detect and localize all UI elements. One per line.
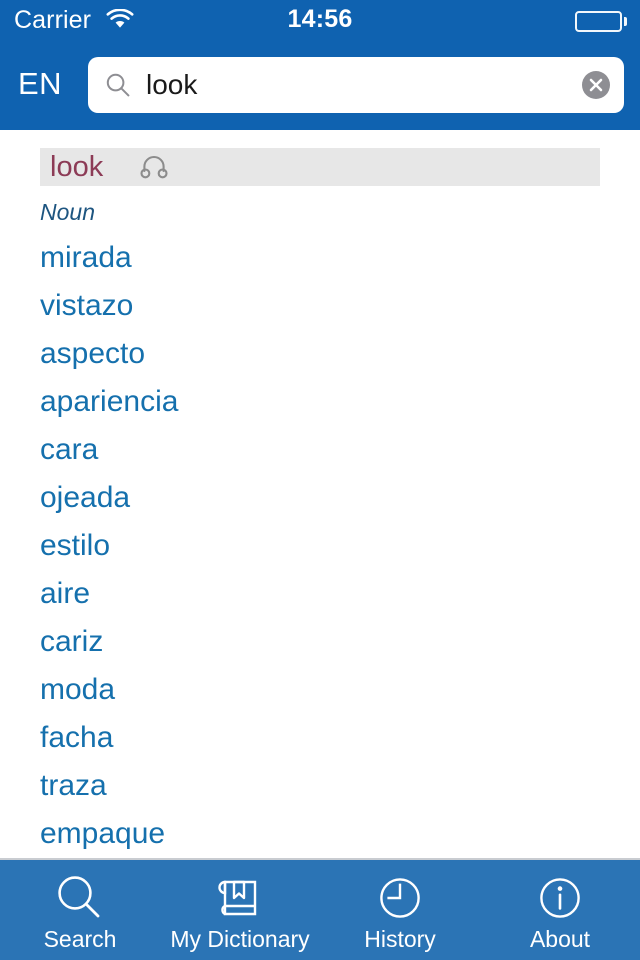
tab-about[interactable]: About (480, 860, 640, 960)
tab-my-dictionary[interactable]: My Dictionary (160, 860, 320, 960)
results-panel: look Noun mirada vistazo aspecto aparien… (0, 130, 640, 860)
tab-label: About (529, 926, 591, 952)
search-input[interactable]: look (146, 57, 554, 113)
battery-icon (575, 11, 622, 32)
list-item[interactable]: empaque (0, 810, 640, 858)
clear-search-button[interactable] (582, 71, 610, 99)
list-item[interactable]: estilo (0, 522, 640, 570)
headphones-icon[interactable] (140, 155, 168, 179)
language-selector[interactable]: EN (18, 64, 62, 104)
tab-label: Search (43, 926, 117, 952)
search-icon (105, 72, 131, 98)
list-item[interactable]: aspecto (0, 330, 640, 378)
list-item[interactable]: facha (0, 714, 640, 762)
book-bookmark-icon (214, 872, 266, 924)
tab-label: History (364, 926, 436, 952)
clock-time: 14:56 (287, 5, 353, 33)
entry-header-band: look (40, 148, 600, 186)
tab-label: My Dictionary (170, 926, 310, 952)
status-bar: Carrier 14:56 (0, 0, 640, 40)
list-item[interactable]: aire (0, 570, 640, 618)
list-item[interactable]: vistazo (0, 282, 640, 330)
list-item[interactable]: ojeada (0, 474, 640, 522)
list-item[interactable]: moda (0, 666, 640, 714)
magnifier-icon (54, 872, 106, 924)
list-item[interactable]: mirada (0, 234, 640, 282)
battery-nub-icon (624, 17, 627, 26)
info-circle-icon (534, 872, 586, 924)
clock-icon (374, 872, 426, 924)
list-item[interactable]: traza (0, 762, 640, 810)
list-item[interactable]: apariencia (0, 378, 640, 426)
entry-headword: look (50, 151, 104, 183)
search-field[interactable]: look (88, 57, 624, 113)
tab-search[interactable]: Search (0, 860, 160, 960)
part-of-speech-label: Noun (40, 199, 95, 225)
tab-bar: Search My Dictionary History About (0, 860, 640, 960)
translation-list: mirada vistazo aspecto apariencia cara o… (0, 234, 640, 858)
list-item[interactable]: cariz (0, 618, 640, 666)
list-item[interactable]: cara (0, 426, 640, 474)
search-header: EN look (0, 40, 640, 130)
tab-history[interactable]: History (320, 860, 480, 960)
app-root: Carrier 14:56 EN look look Noun mirada v… (0, 0, 640, 960)
